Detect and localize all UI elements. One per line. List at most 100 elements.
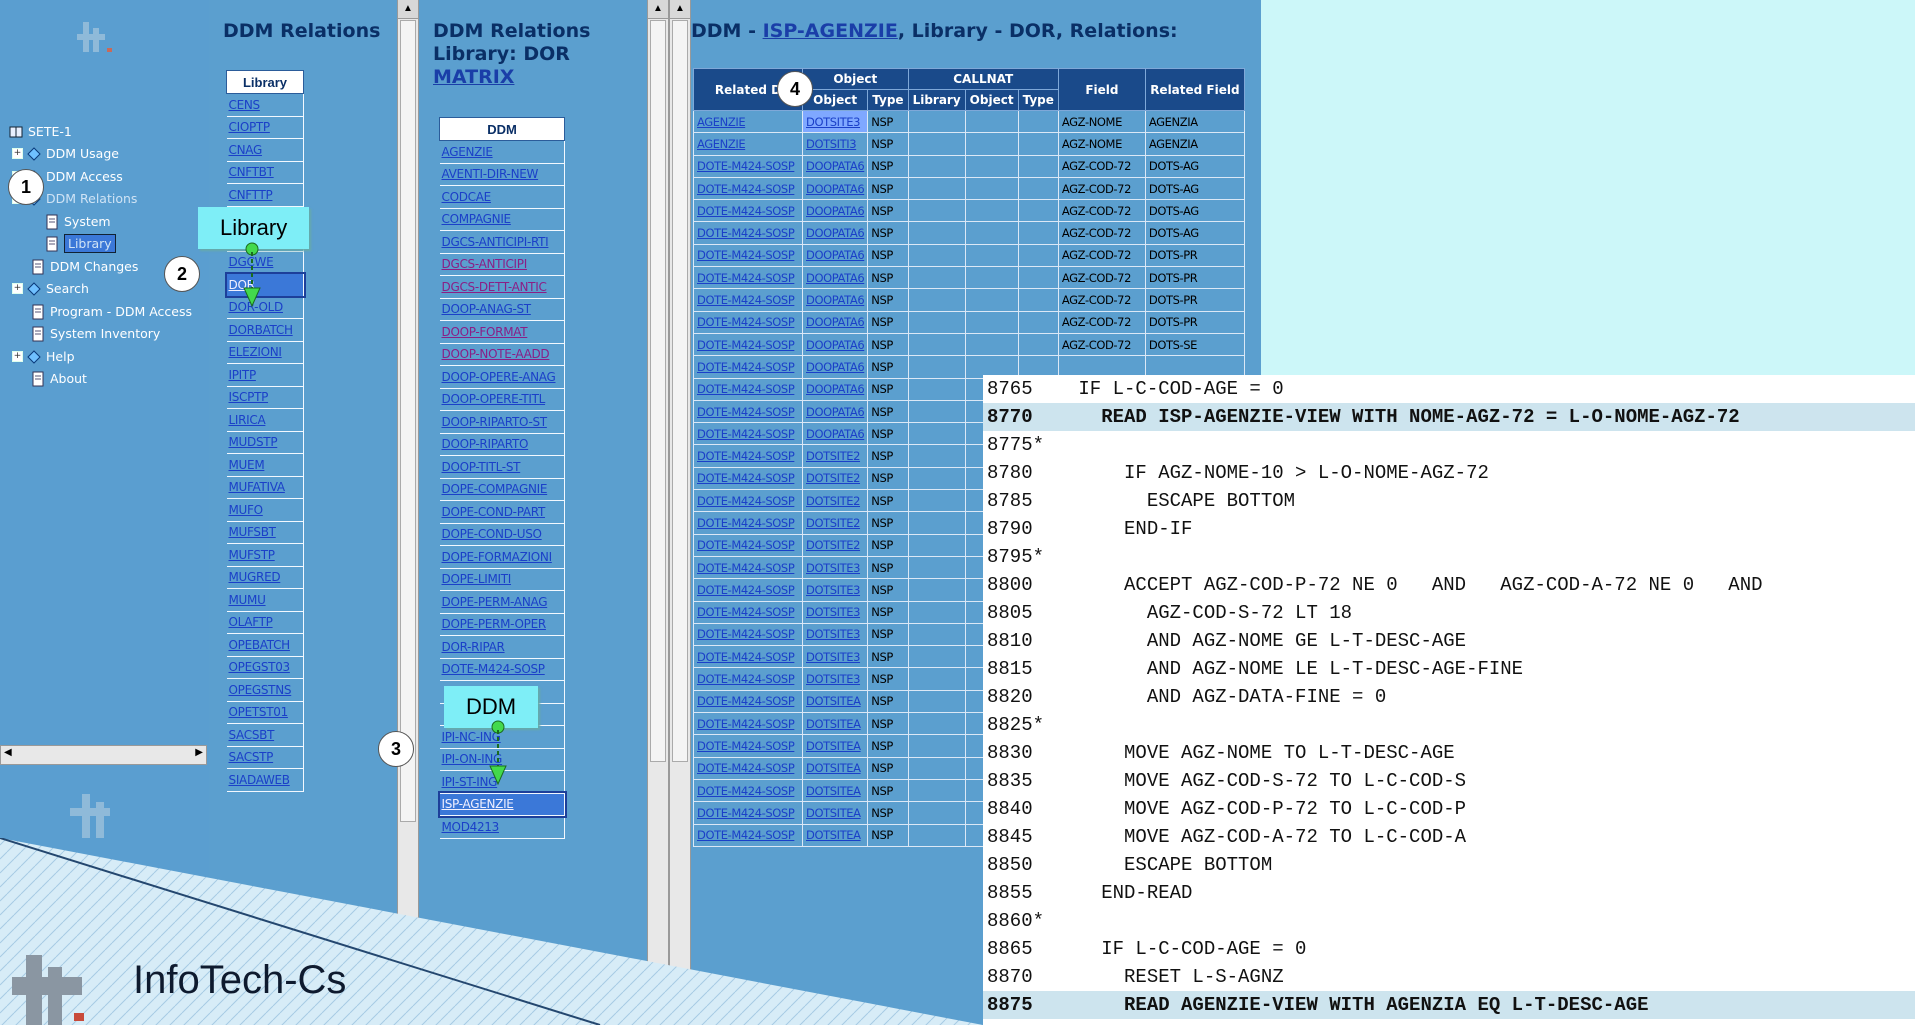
scroll-thumb[interactable] <box>400 20 416 822</box>
related-ddm-link[interactable]: DOTE-M424-SOSP <box>697 360 795 374</box>
library-link[interactable]: OLAFTP <box>229 615 273 629</box>
tree-item-about[interactable]: About <box>8 368 192 391</box>
library-link[interactable]: OPETST01 <box>229 705 289 719</box>
ddm-link[interactable]: DOPE-PERM-OPER <box>442 617 547 631</box>
related-ddm-link[interactable]: DOTE-M424-SOSP <box>697 538 795 552</box>
library-link[interactable]: SACSBT <box>229 728 275 742</box>
ddm-link[interactable]: ISP-AGENZIE <box>442 797 514 811</box>
tree-item-program-ddm-access[interactable]: Program - DDM Access <box>8 300 192 323</box>
object-link[interactable]: DOOPATA6 <box>806 405 865 419</box>
related-ddm-link[interactable]: DOTE-M424-SOSP <box>697 561 795 575</box>
object-link[interactable]: DOOPATA6 <box>806 293 865 307</box>
library-link[interactable]: MUFSBT <box>229 525 277 539</box>
related-ddm-link[interactable]: AGENZIE <box>697 137 746 151</box>
ddm-link[interactable]: DOOP-OPERE-ANAG <box>442 370 556 384</box>
object-link[interactable]: DOTSITE3 <box>806 672 860 686</box>
ddm-link[interactable]: AGENZIE <box>442 145 493 159</box>
library-link[interactable]: MUFATIVA <box>229 480 286 494</box>
object-link[interactable]: DOTSITE3 <box>806 605 860 619</box>
library-link[interactable]: SIADAWEB <box>229 773 291 787</box>
library-link[interactable]: DORBATCH <box>229 323 293 337</box>
related-ddm-link[interactable]: DOTE-M424-SOSP <box>697 516 795 530</box>
object-link[interactable]: DOOPATA6 <box>806 315 865 329</box>
object-link[interactable]: DOTSITE2 <box>806 494 860 508</box>
related-ddm-link[interactable]: DOTE-M424-SOSP <box>697 627 795 641</box>
object-link[interactable]: DOTSITE3 <box>806 627 860 641</box>
ddm-link[interactable]: DGCS-ANTICIPI <box>442 257 528 271</box>
ddm-link[interactable]: DOOP-TITL-ST <box>442 460 521 474</box>
ddm-link[interactable]: DOOP-RIPARTO-ST <box>442 415 548 429</box>
related-ddm-link[interactable]: DOTE-M424-SOSP <box>697 271 795 285</box>
ddm-link[interactable]: DOOP-ANAG-ST <box>442 302 532 316</box>
ddm-link[interactable]: AVENTI-DIR-NEW <box>442 167 539 181</box>
related-ddm-link[interactable]: DOTE-M424-SOSP <box>697 159 795 173</box>
horizontal-scrollbar[interactable]: ◀ ▶ <box>0 745 207 765</box>
scroll-up-icon[interactable]: ▲ <box>648 0 668 19</box>
object-link[interactable]: DOOPATA6 <box>806 226 865 240</box>
library-link[interactable]: MUGRED <box>229 570 281 584</box>
related-ddm-link[interactable]: DOTE-M424-SOSP <box>697 315 795 329</box>
object-link[interactable]: DOTSITE3 <box>806 650 860 664</box>
matrix-link[interactable]: MATRIX <box>433 66 514 88</box>
ddm-link[interactable]: DOPE-COND-USO <box>442 527 542 541</box>
ddm-link[interactable]: DGCS-ANTICIPI-RTI <box>442 235 549 249</box>
ddm-link[interactable]: DOPE-LIMITI <box>442 572 512 586</box>
scroll-up-icon[interactable]: ▲ <box>670 0 690 19</box>
object-link[interactable]: DOTSITEA <box>806 761 861 775</box>
library-link[interactable]: CNAG <box>229 143 263 157</box>
library-link[interactable]: CNFTTP <box>229 188 273 202</box>
scroll-left-icon[interactable]: ◀ <box>4 747 12 758</box>
related-ddm-link[interactable]: DOTE-M424-SOSP <box>697 248 795 262</box>
object-link[interactable]: DOOPATA6 <box>806 182 865 196</box>
expander-icon[interactable]: + <box>12 148 23 160</box>
library-link[interactable]: MUDSTP <box>229 435 278 449</box>
object-link[interactable]: DOOPATA6 <box>806 271 865 285</box>
scroll-right-icon[interactable]: ▶ <box>195 747 203 758</box>
expander-icon[interactable]: + <box>12 350 23 362</box>
library-link[interactable]: OPEGSTNS <box>229 683 292 697</box>
scroll-thumb[interactable] <box>650 20 666 762</box>
ddm-link[interactable]: DOOP-OPERE-TITL <box>442 392 546 406</box>
object-link[interactable]: DOTSITI3 <box>806 137 857 151</box>
object-link[interactable]: DOTSITE3 <box>806 561 860 575</box>
library-link[interactable]: SACSTP <box>229 750 274 764</box>
ddm-link[interactable]: MOD4213 <box>442 820 500 834</box>
ddm-link[interactable]: DGCS-DETT-ANTIC <box>442 280 547 294</box>
ddm-link[interactable]: DOPE-PERM-ANAG <box>442 595 548 609</box>
object-link[interactable]: DOTSITE2 <box>806 538 860 552</box>
library-link[interactable]: MUFSTP <box>229 548 276 562</box>
related-ddm-link[interactable]: DOTE-M424-SOSP <box>697 494 795 508</box>
ddm-title-link[interactable]: ISP-AGENZIE <box>763 20 898 42</box>
related-ddm-link[interactable]: DOTE-M424-SOSP <box>697 583 795 597</box>
related-ddm-link[interactable]: DOTE-M424-SOSP <box>697 694 795 708</box>
ddm-link[interactable]: DOTE-M424-SOSP <box>442 662 546 676</box>
object-link[interactable]: DOOPATA6 <box>806 204 865 218</box>
ddm-link[interactable]: DOPE-FORMAZIONI <box>442 550 553 564</box>
object-link[interactable]: DOTSITEA <box>806 739 861 753</box>
related-ddm-link[interactable]: DOTE-M424-SOSP <box>697 739 795 753</box>
object-link[interactable]: DOTSITEA <box>806 806 861 820</box>
tree-item-system[interactable]: System <box>8 210 192 233</box>
object-link[interactable]: DOTSITE3 <box>806 115 860 129</box>
object-link[interactable]: DOOPATA6 <box>806 427 865 441</box>
object-link[interactable]: DOTSITE2 <box>806 516 860 530</box>
scroll-thumb[interactable] <box>672 20 688 762</box>
library-link[interactable]: MUEM <box>229 458 265 472</box>
related-ddm-link[interactable]: DOTE-M424-SOSP <box>697 672 795 686</box>
library-link[interactable]: ISCPTP <box>229 390 269 404</box>
library-link[interactable]: OPEBATCH <box>229 638 291 652</box>
related-ddm-link[interactable]: DOTE-M424-SOSP <box>697 784 795 798</box>
object-link[interactable]: DOTSITE2 <box>806 471 860 485</box>
related-ddm-link[interactable]: DOTE-M424-SOSP <box>697 293 795 307</box>
related-ddm-link[interactable]: DOTE-M424-SOSP <box>697 427 795 441</box>
ddm-link[interactable]: DOR-RIPAR <box>442 640 505 654</box>
object-link[interactable]: DOOPATA6 <box>806 382 865 396</box>
related-ddm-link[interactable]: DOTE-M424-SOSP <box>697 650 795 664</box>
object-link[interactable]: DOTSITE3 <box>806 583 860 597</box>
tree-item-system-inventory[interactable]: System Inventory <box>8 323 192 346</box>
ddm-link[interactable]: DOOP-RIPARTO <box>442 437 529 451</box>
related-ddm-link[interactable]: AGENZIE <box>697 115 746 129</box>
related-ddm-link[interactable]: DOTE-M424-SOSP <box>697 449 795 463</box>
library-link[interactable]: CNFTBT <box>229 165 274 179</box>
object-link[interactable]: DOTSITE2 <box>806 449 860 463</box>
